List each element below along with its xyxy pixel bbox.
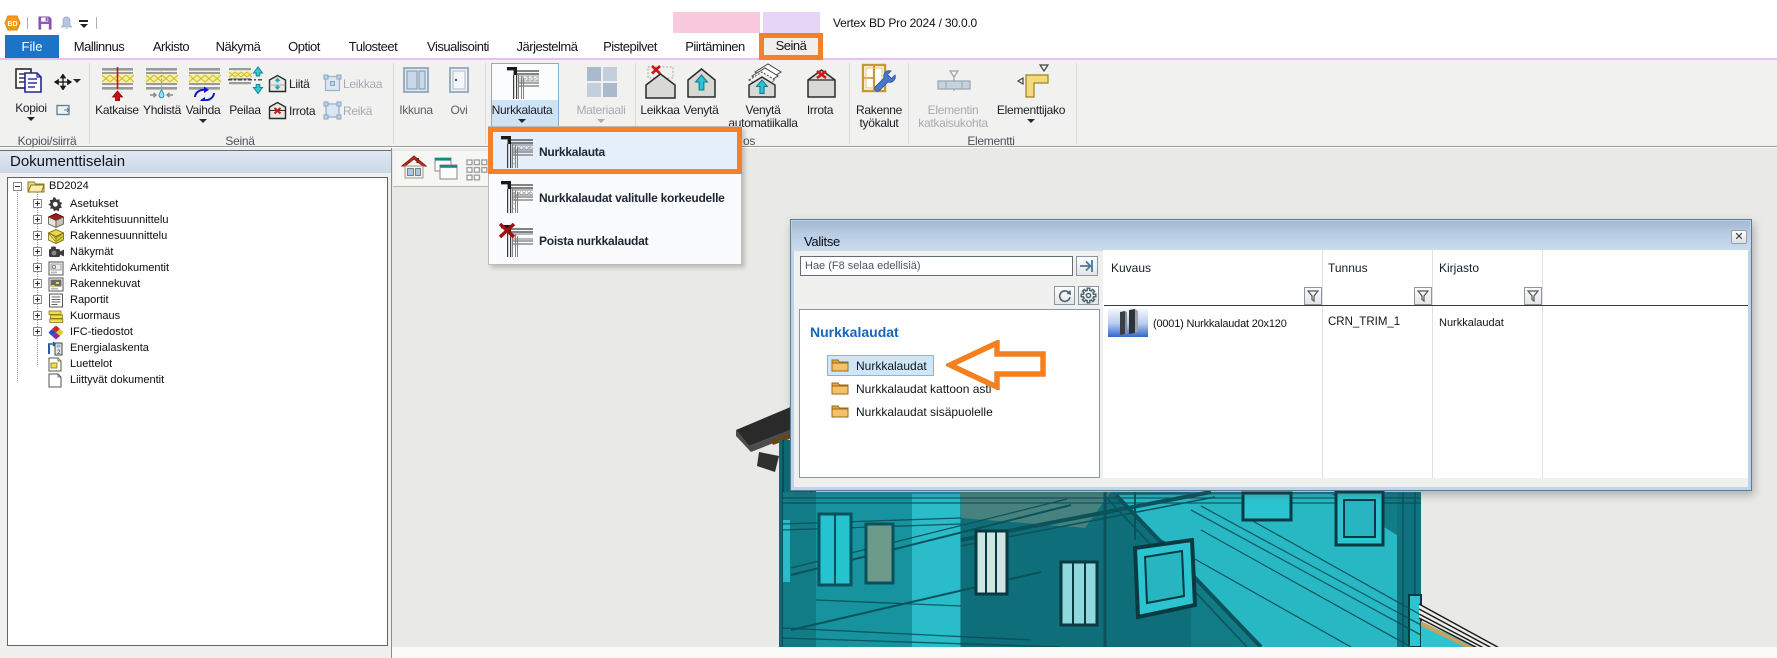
svg-text:BD: BD <box>7 21 17 28</box>
